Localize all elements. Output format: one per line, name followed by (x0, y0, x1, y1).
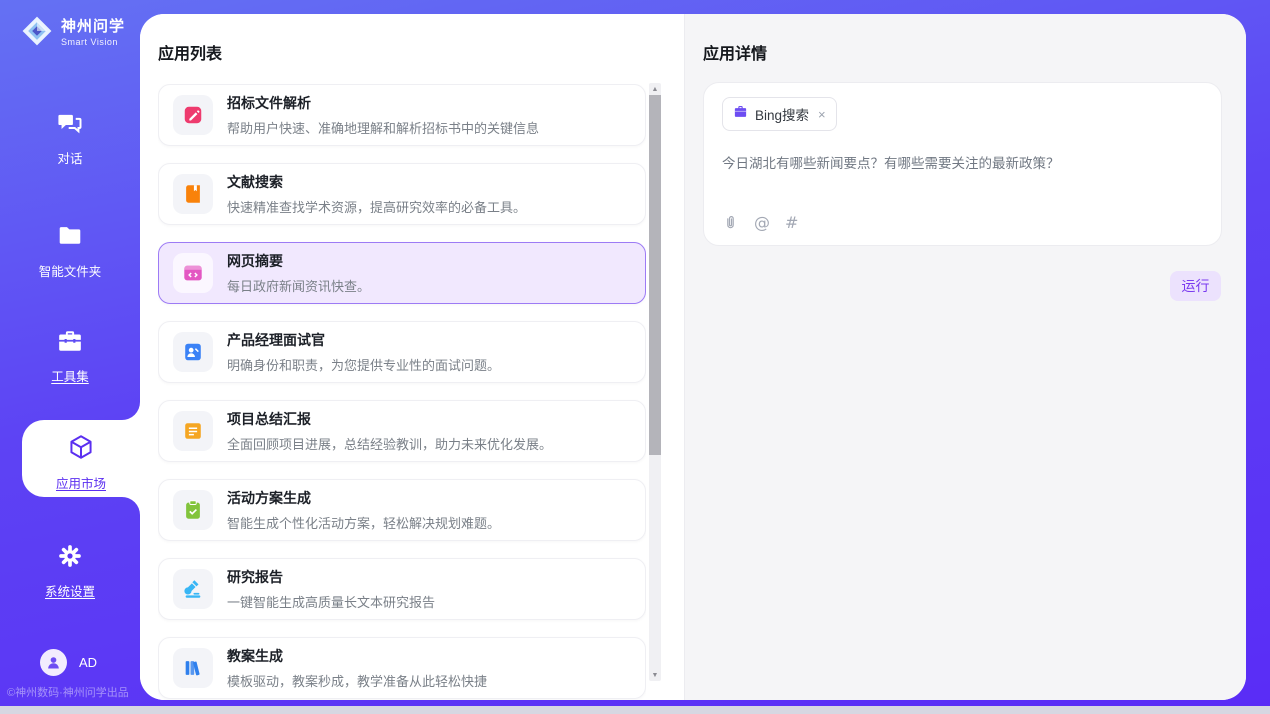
cube-icon (67, 433, 95, 461)
avatar[interactable] (40, 649, 67, 676)
sidebar: 神州问学 Smart Vision 对话 智能文件夹 工具集 应用市场 系统设置… (0, 0, 140, 706)
user-initials: AD (79, 655, 97, 670)
copyright-text: ©神州数码·神州问学出品 (7, 684, 129, 700)
close-icon[interactable]: × (818, 108, 826, 121)
microscope-icon (173, 569, 213, 609)
chat-icon (57, 110, 83, 138)
brand-logo: 神州问学 Smart Vision (20, 14, 125, 53)
app-list-title: 应用列表 (158, 40, 222, 64)
paperclip-icon[interactable] (722, 214, 739, 231)
scrollbar[interactable]: ▲ ▼ (649, 83, 661, 681)
folder-icon (57, 223, 83, 251)
briefcase-icon (733, 104, 748, 124)
prompt-toolbar: @# (722, 213, 798, 232)
sidebar-item-chat[interactable]: 对话 (0, 110, 140, 167)
app-card-desc: 每日政府新闻资讯快查。 (227, 276, 370, 295)
brand-name: 神州问学 (61, 19, 125, 36)
app-card[interactable]: 产品经理面试官 明确身份和职责，为您提供专业性的面试问题。 (158, 321, 646, 383)
app-card-name: 文献搜索 (227, 172, 526, 192)
book-icon (173, 174, 213, 214)
app-card-name: 活动方案生成 (227, 488, 500, 508)
app-card[interactable]: 文献搜索 快速精准查找学术资源，提高研究效率的必备工具。 (158, 163, 646, 225)
app-list: 招标文件解析 帮助用户快速、准确地理解和解析招标书中的关键信息 文献搜索 快速精… (158, 84, 646, 700)
user-icon (45, 654, 62, 671)
sidebar-item-toolset[interactable]: 工具集 (0, 328, 140, 385)
sidebar-item-folders[interactable]: 智能文件夹 (0, 223, 140, 280)
app-card[interactable]: 招标文件解析 帮助用户快速、准确地理解和解析招标书中的关键信息 (158, 84, 646, 146)
app-card[interactable]: 项目总结汇报 全面回顾项目进展，总结经验教训，助力未来优化发展。 (158, 400, 646, 462)
gem-logo-icon (20, 14, 54, 53)
app-card-desc: 明确身份和职责，为您提供专业性的面试问题。 (227, 355, 500, 374)
app-card[interactable]: 活动方案生成 智能生成个性化活动方案，轻松解决规划难题。 (158, 479, 646, 541)
sidebar-item-settings[interactable]: 系统设置 (0, 543, 140, 600)
app-card-name: 项目总结汇报 (227, 409, 552, 429)
app-card-name: 招标文件解析 (227, 93, 539, 113)
clipboard-check-icon (173, 490, 213, 530)
user-row[interactable]: AD (40, 649, 97, 676)
app-detail-title: 应用详情 (703, 40, 767, 64)
tool-tag-label: Bing搜索 (755, 104, 809, 124)
app-card-desc: 快速精准查找学术资源，提高研究效率的必备工具。 (227, 197, 526, 216)
app-card-name: 产品经理面试官 (227, 330, 500, 350)
tool-tag-bing[interactable]: Bing搜索 × (722, 97, 837, 131)
scrollbar-thumb[interactable] (649, 95, 661, 455)
at-icon[interactable]: @ (754, 213, 770, 232)
report-note-icon (173, 411, 213, 451)
scrollbar-down-icon[interactable]: ▼ (649, 669, 661, 681)
app-card-name: 教案生成 (227, 646, 487, 666)
interview-icon (173, 332, 213, 372)
run-button[interactable]: 运行 (1170, 271, 1221, 301)
hash-icon[interactable]: # (785, 213, 798, 232)
gear-icon (57, 543, 83, 571)
app-card-desc: 智能生成个性化活动方案，轻松解决规划难题。 (227, 513, 500, 532)
app-card-desc: 模板驱动，教案秒成，教学准备从此轻松快捷 (227, 671, 487, 690)
app-card[interactable]: 教案生成 模板驱动，教案秒成，教学准备从此轻松快捷 (158, 637, 646, 699)
app-list-panel: 应用列表 招标文件解析 帮助用户快速、准确地理解和解析招标书中的关键信息 文献搜… (140, 14, 684, 700)
main-container: 应用列表 招标文件解析 帮助用户快速、准确地理解和解析招标书中的关键信息 文献搜… (140, 14, 1246, 700)
toolbox-icon (57, 328, 83, 356)
brand-tagline: Smart Vision (61, 38, 125, 48)
app-detail-panel: 应用详情 Bing搜索 × 今日湖北有哪些新闻要点？有哪些需要关注的最新政策？ … (684, 14, 1246, 700)
prompt-card[interactable]: Bing搜索 × 今日湖北有哪些新闻要点？有哪些需要关注的最新政策？ @# (703, 82, 1222, 246)
prompt-text[interactable]: 今日湖北有哪些新闻要点？有哪些需要关注的最新政策？ (722, 152, 1203, 172)
books-icon (173, 648, 213, 688)
bottom-strip (0, 706, 1270, 714)
app-card-name: 研究报告 (227, 567, 435, 587)
app-card-name: 网页摘要 (227, 251, 370, 271)
sidebar-item-market[interactable]: 应用市场 (22, 420, 140, 497)
app-card[interactable]: 网页摘要 每日政府新闻资讯快查。 (158, 242, 646, 304)
scrollbar-up-icon[interactable]: ▲ (649, 83, 661, 95)
browser-icon (173, 253, 213, 293)
app-card-desc: 帮助用户快速、准确地理解和解析招标书中的关键信息 (227, 118, 539, 137)
app-card-desc: 全面回顾项目进展，总结经验教训，助力未来优化发展。 (227, 434, 552, 453)
doc-edit-icon (173, 95, 213, 135)
app-card-desc: 一键智能生成高质量长文本研究报告 (227, 592, 435, 611)
app-card[interactable]: 研究报告 一键智能生成高质量长文本研究报告 (158, 558, 646, 620)
